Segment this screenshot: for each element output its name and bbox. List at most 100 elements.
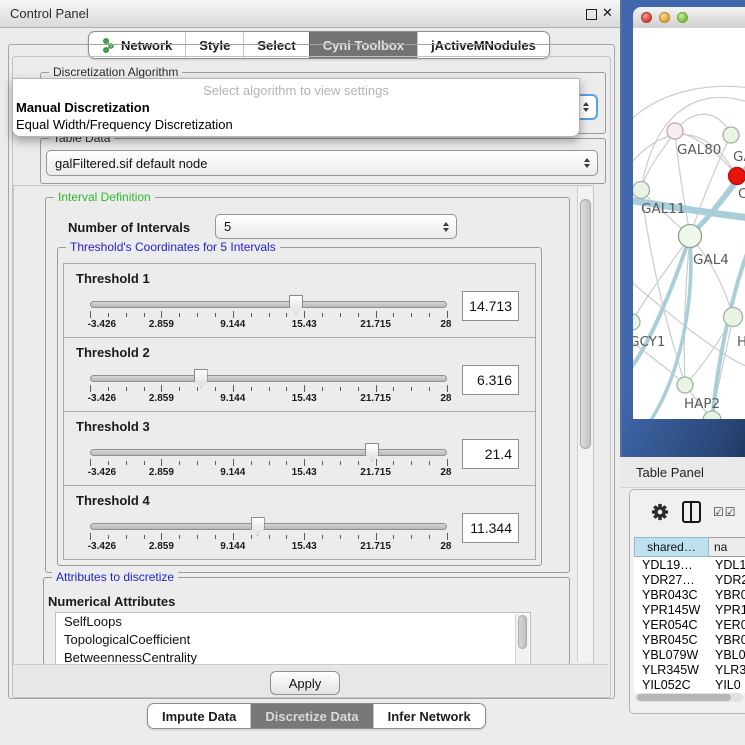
node-table[interactable]: shared…na YDL19…YDL1YDR27…YDR2YBR043CYBR… <box>634 537 745 693</box>
table-row[interactable]: YER054CYER0 <box>634 617 745 632</box>
tick <box>233 385 234 392</box>
cell-name[interactable]: YLR3 <box>709 663 745 677</box>
threshold-slider-track[interactable] <box>90 523 447 530</box>
table-row[interactable]: YLR345WYLR3 <box>634 663 745 678</box>
cell-shared-name[interactable]: YBL079W <box>634 648 709 662</box>
network-node-ga[interactable] <box>723 127 739 143</box>
column-header-1[interactable]: shared… <box>634 537 709 557</box>
cell-shared-name[interactable]: YBR043C <box>634 588 709 602</box>
tick <box>322 461 323 465</box>
cell-name[interactable]: YDR2 <box>709 573 745 587</box>
window-zoom-icon[interactable] <box>677 12 688 23</box>
attributes-list-scrollbar[interactable] <box>515 614 529 664</box>
tick <box>376 385 377 392</box>
threshold-value-field[interactable]: 6.316 <box>462 365 519 395</box>
cell-shared-name[interactable]: YLR345W <box>634 663 709 677</box>
tick <box>108 313 109 317</box>
table-data-combobox[interactable]: galFiltered.sif default node <box>46 150 598 176</box>
window-minimize-icon[interactable] <box>659 12 670 23</box>
table-row[interactable]: YDL19…YDL1 <box>634 557 745 572</box>
vertical-scrollbar-thumb[interactable] <box>580 199 591 449</box>
threshold-slider-track[interactable] <box>90 301 447 308</box>
network-edge[interactable] <box>690 236 733 317</box>
tick-label: 9.144 <box>220 467 245 478</box>
tab-infer-network[interactable]: Infer Network <box>373 704 485 728</box>
vertical-scrollbar[interactable] <box>577 187 593 662</box>
network-graph: GAL80GACGAL11GAL4GCY1HHAP2 <box>633 28 745 419</box>
horizontal-scrollbar-thumb[interactable] <box>637 694 731 701</box>
window-close-icon[interactable] <box>641 12 652 23</box>
table-row[interactable]: YBL079WYBL0 <box>634 648 745 663</box>
network-node-gal4[interactable] <box>679 225 702 248</box>
select-columns-checkbox-icons[interactable]: ☑☑ <box>713 505 737 519</box>
tick-label: 2.859 <box>149 319 174 330</box>
threshold-value-field[interactable]: 11.344 <box>462 513 519 543</box>
cell-shared-name[interactable]: YDR27… <box>634 573 709 587</box>
tick-label: 21.715 <box>360 319 391 330</box>
tick <box>376 533 377 540</box>
popup-item-manual-discretization[interactable]: Manual Discretization <box>16 100 150 115</box>
threshold-value-field[interactable]: 14.713 <box>462 291 519 321</box>
cell-name[interactable]: YPR1 <box>709 603 745 617</box>
cell-name[interactable]: YDL1 <box>709 558 745 572</box>
network-edge-highlighted[interactable] <box>633 236 690 373</box>
cell-shared-name[interactable]: YDL19… <box>634 558 709 572</box>
cell-name[interactable]: YIL0 <box>709 678 745 692</box>
table-panel-toolbar: ☑☑ <box>630 490 745 534</box>
thresholds-group-title: Threshold's Coordinates for 5 Intervals <box>66 240 280 254</box>
tick <box>251 313 252 317</box>
cell-name[interactable]: YBR0 <box>709 633 745 647</box>
attribute-item-topologicalcoefficient[interactable]: TopologicalCoefficient <box>56 631 530 649</box>
column-header-2[interactable]: na <box>709 537 745 557</box>
tick-label: 28 <box>440 319 451 330</box>
table-row[interactable]: YBR045CYBR0 <box>634 632 745 647</box>
tab-discretize-data[interactable]: Discretize Data <box>250 704 372 728</box>
horizontal-scrollbar[interactable] <box>635 693 743 702</box>
close-icon[interactable]: ✕ <box>602 5 613 21</box>
attributes-list[interactable]: SelfLoopsTopologicalCoefficientBetweenne… <box>55 612 531 666</box>
cell-shared-name[interactable]: YBR045C <box>634 633 709 647</box>
attribute-item-selfloops[interactable]: SelfLoops <box>56 613 530 631</box>
cell-name[interactable]: YBR0 <box>709 588 745 602</box>
popup-item-equal-width-frequency[interactable]: Equal Width/Frequency Discretization <box>16 117 233 132</box>
network-window-titlebar[interactable] <box>633 7 745 29</box>
tick <box>233 459 234 466</box>
network-node-label: GCY1 <box>633 334 666 350</box>
network-node-gal80[interactable] <box>667 123 683 139</box>
tick <box>251 387 252 391</box>
cell-name[interactable]: YBL0 <box>709 648 745 662</box>
tick <box>269 535 270 539</box>
network-edge-highlighted[interactable] <box>712 243 745 419</box>
table-row[interactable]: YBR043CYBR0 <box>634 587 745 602</box>
network-canvas[interactable]: GAL80GACGAL11GAL4GCY1HHAP2 <box>633 28 745 419</box>
gear-icon[interactable] <box>651 503 669 521</box>
threshold-value-field[interactable]: 21.4 <box>462 439 519 469</box>
columns-icon[interactable] <box>682 501 701 523</box>
table-row[interactable]: YPR145WYPR1 <box>634 602 745 617</box>
tick <box>286 461 287 465</box>
table-row[interactable]: YIL052CYIL0 <box>634 678 745 693</box>
tick <box>322 313 323 317</box>
table-row[interactable]: YDR27…YDR2 <box>634 572 745 587</box>
float-icon[interactable] <box>586 9 597 20</box>
threshold-slider-track[interactable] <box>90 449 447 456</box>
apply-button[interactable]: Apply <box>270 671 340 695</box>
network-node-gal11[interactable] <box>633 182 650 199</box>
control-panel-title: Control Panel <box>10 6 89 21</box>
tab-impute-data[interactable]: Impute Data <box>148 704 250 728</box>
network-node-h[interactable] <box>724 308 743 327</box>
cell-shared-name[interactable]: YPR145W <box>634 603 709 617</box>
num-intervals-combobox[interactable]: 5 <box>215 214 457 239</box>
network-node-c[interactable] <box>729 168 745 185</box>
tick-label: 9.144 <box>220 393 245 404</box>
threshold-slider-track[interactable] <box>90 375 447 382</box>
attributes-list-scrollbar-thumb[interactable] <box>518 615 527 649</box>
network-node-gcy1[interactable] <box>633 314 640 330</box>
cell-shared-name[interactable]: YIL052C <box>634 678 709 692</box>
tick-label: -3.426 <box>88 541 116 552</box>
cell-name[interactable]: YER0 <box>709 618 745 632</box>
tick-label: 15.43 <box>292 393 317 404</box>
cell-shared-name[interactable]: YER054C <box>634 618 709 632</box>
tick <box>90 533 91 540</box>
network-node-hap2[interactable] <box>677 377 693 393</box>
